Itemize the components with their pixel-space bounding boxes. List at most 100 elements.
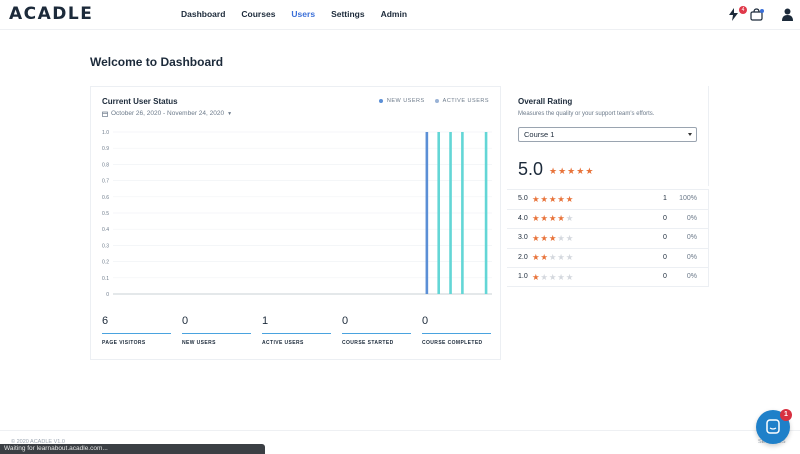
legend-dot-icon xyxy=(378,98,383,103)
rating-count: 0 xyxy=(663,253,667,261)
main-nav: Dashboard Courses Users Settings Admin xyxy=(181,9,407,19)
user-status-title: Current User Status xyxy=(102,97,178,106)
star-icon: ★ xyxy=(557,232,566,243)
chart-bar[interactable] xyxy=(484,132,488,294)
stats-row: 6 PAGE VISITORS 0 NEW USERS 1 ACTIVE USERS … xyxy=(102,315,491,346)
rating-level: 1.0 xyxy=(518,273,528,281)
star-icon: ★ xyxy=(565,213,575,224)
star-icon: ★ xyxy=(557,252,566,263)
logo[interactable]: ACADLE xyxy=(9,4,93,24)
nav-users[interactable]: Users xyxy=(291,9,315,19)
star-icon: ★ xyxy=(540,271,549,282)
star-icon: ★ xyxy=(565,271,575,282)
y-tick-label: 0.9 xyxy=(102,146,109,152)
rating-header: Overall Rating Measures the quality or y… xyxy=(507,86,709,186)
chevron-down-icon: ▼ xyxy=(227,110,233,117)
chart-bar[interactable] xyxy=(461,132,464,294)
star-icon: ★ xyxy=(576,166,586,176)
star-icon: ★ xyxy=(548,252,558,263)
rating-row: 2.0 ★★★★★ 0 0% xyxy=(507,247,708,268)
star-icon: ★ xyxy=(565,193,575,204)
star-icon: ★ xyxy=(548,271,558,282)
star-icon: ★ xyxy=(540,213,549,224)
y-tick-label: 0.7 xyxy=(102,179,109,185)
star-icon: ★ xyxy=(540,252,549,263)
star-icon: ★ xyxy=(549,166,559,176)
y-tick-label: 0.5 xyxy=(102,211,109,217)
stat-course-completed: 0 COURSE COMPLETED xyxy=(422,315,491,346)
rating-breakdown: 5.0 ★★★★★ 1 100% 4.0 ★★★★★ 0 0% 3.0 ★★★★★ … xyxy=(507,189,709,287)
rating-percent: 100% xyxy=(679,195,697,202)
stat-page-visitors: 6 PAGE VISITORS xyxy=(102,315,171,346)
date-range-picker[interactable]: October 26, 2020 - November 24, 2020 ▼ xyxy=(102,110,232,117)
nav-settings[interactable]: Settings xyxy=(331,9,365,19)
legend-active-users: ACTIVE USERS xyxy=(434,98,489,104)
rating-level: 3.0 xyxy=(518,234,528,242)
user-status-chart: 1.0 0.9 0.8 0.7 0.6 0.5 0.4 0.3 0.2 0.1 0 xyxy=(102,130,492,298)
rating-level: 2.0 xyxy=(518,253,528,261)
star-icon: ★ xyxy=(548,213,558,224)
chart-legend: NEW USERS ACTIVE USERS xyxy=(378,98,489,104)
y-tick-label: 0.2 xyxy=(102,260,109,266)
calendar-icon xyxy=(102,111,108,117)
legend-dot-icon xyxy=(434,98,439,103)
y-tick-label: 0.1 xyxy=(102,276,109,282)
header-icons: 4 xyxy=(710,6,800,26)
chart-bar[interactable] xyxy=(425,132,429,294)
page-title: Welcome to Dashboard xyxy=(90,55,224,69)
overall-rating-card: Overall Rating Measures the quality or y… xyxy=(507,86,709,287)
chart-bar[interactable] xyxy=(449,132,452,294)
user-icon[interactable] xyxy=(782,8,793,26)
rating-count: 0 xyxy=(663,234,667,242)
user-status-card: Current User Status October 26, 2020 - N… xyxy=(90,86,501,360)
top-header: ACADLE Dashboard Courses Users Settings … xyxy=(0,0,800,30)
lightning-icon[interactable] xyxy=(729,8,738,26)
rating-stars: ★★★★★ xyxy=(532,213,574,224)
rating-stars: ★★★★★ xyxy=(532,233,574,244)
star-icon: ★ xyxy=(540,193,549,204)
notification-badge: 4 xyxy=(739,6,747,14)
rating-row: 3.0 ★★★★★ 0 0% xyxy=(507,228,708,248)
overall-score: 5.0 xyxy=(518,159,544,179)
rating-stars: ★★★★★ xyxy=(532,272,574,283)
rating-row: 5.0 ★★★★★ 1 100% xyxy=(507,189,708,209)
rating-title: Overall Rating xyxy=(518,97,573,106)
rating-percent: 0% xyxy=(686,253,697,261)
browser-status-bar: Waiting for learnabout.acadle.com... xyxy=(0,444,265,454)
star-icon: ★ xyxy=(548,193,558,204)
stat-active-users: 1 ACTIVE USERS xyxy=(262,315,331,346)
overall-stars: ★★★★★ xyxy=(549,166,594,177)
chevron-down-icon xyxy=(688,133,692,136)
rating-row: 4.0 ★★★★★ 0 0% xyxy=(507,208,708,229)
rating-count: 0 xyxy=(663,273,667,281)
star-icon: ★ xyxy=(565,232,575,243)
rating-subtitle: Measures the quality or your support tea… xyxy=(518,111,655,117)
nav-dashboard[interactable]: Dashboard xyxy=(181,9,225,19)
rating-percent: 0% xyxy=(686,234,697,242)
star-icon: ★ xyxy=(565,252,575,263)
nav-courses[interactable]: Courses xyxy=(241,9,275,19)
y-tick-label: 0.8 xyxy=(102,162,109,168)
date-range-text: October 26, 2020 - November 24, 2020 xyxy=(111,110,225,117)
chart-bar[interactable] xyxy=(437,132,441,294)
rating-stars: ★★★★★ xyxy=(532,194,574,205)
stat-course-started: 0 COURSE STARTED xyxy=(342,315,411,346)
rating-percent: 0% xyxy=(686,273,697,281)
rating-count: 0 xyxy=(663,214,667,222)
bag-icon[interactable] xyxy=(750,8,764,26)
star-icon: ★ xyxy=(557,213,566,224)
y-tick-label: 0.4 xyxy=(102,227,109,233)
y-tick-label: 1.0 xyxy=(102,130,109,136)
chat-badge: 1 xyxy=(780,409,792,421)
star-icon: ★ xyxy=(540,232,549,243)
rating-row: 1.0 ★★★★★ 0 0% xyxy=(507,267,708,287)
course-select[interactable]: Course 1 xyxy=(518,127,697,142)
legend-new-users: NEW USERS xyxy=(378,98,425,104)
rating-stars: ★★★★★ xyxy=(532,252,574,263)
y-tick-label: 0 xyxy=(106,292,109,298)
rating-level: 4.0 xyxy=(518,214,528,222)
stat-new-users: 0 NEW USERS xyxy=(182,315,251,346)
nav-admin[interactable]: Admin xyxy=(381,9,407,19)
star-icon: ★ xyxy=(557,193,566,204)
rating-level: 5.0 xyxy=(518,195,528,202)
